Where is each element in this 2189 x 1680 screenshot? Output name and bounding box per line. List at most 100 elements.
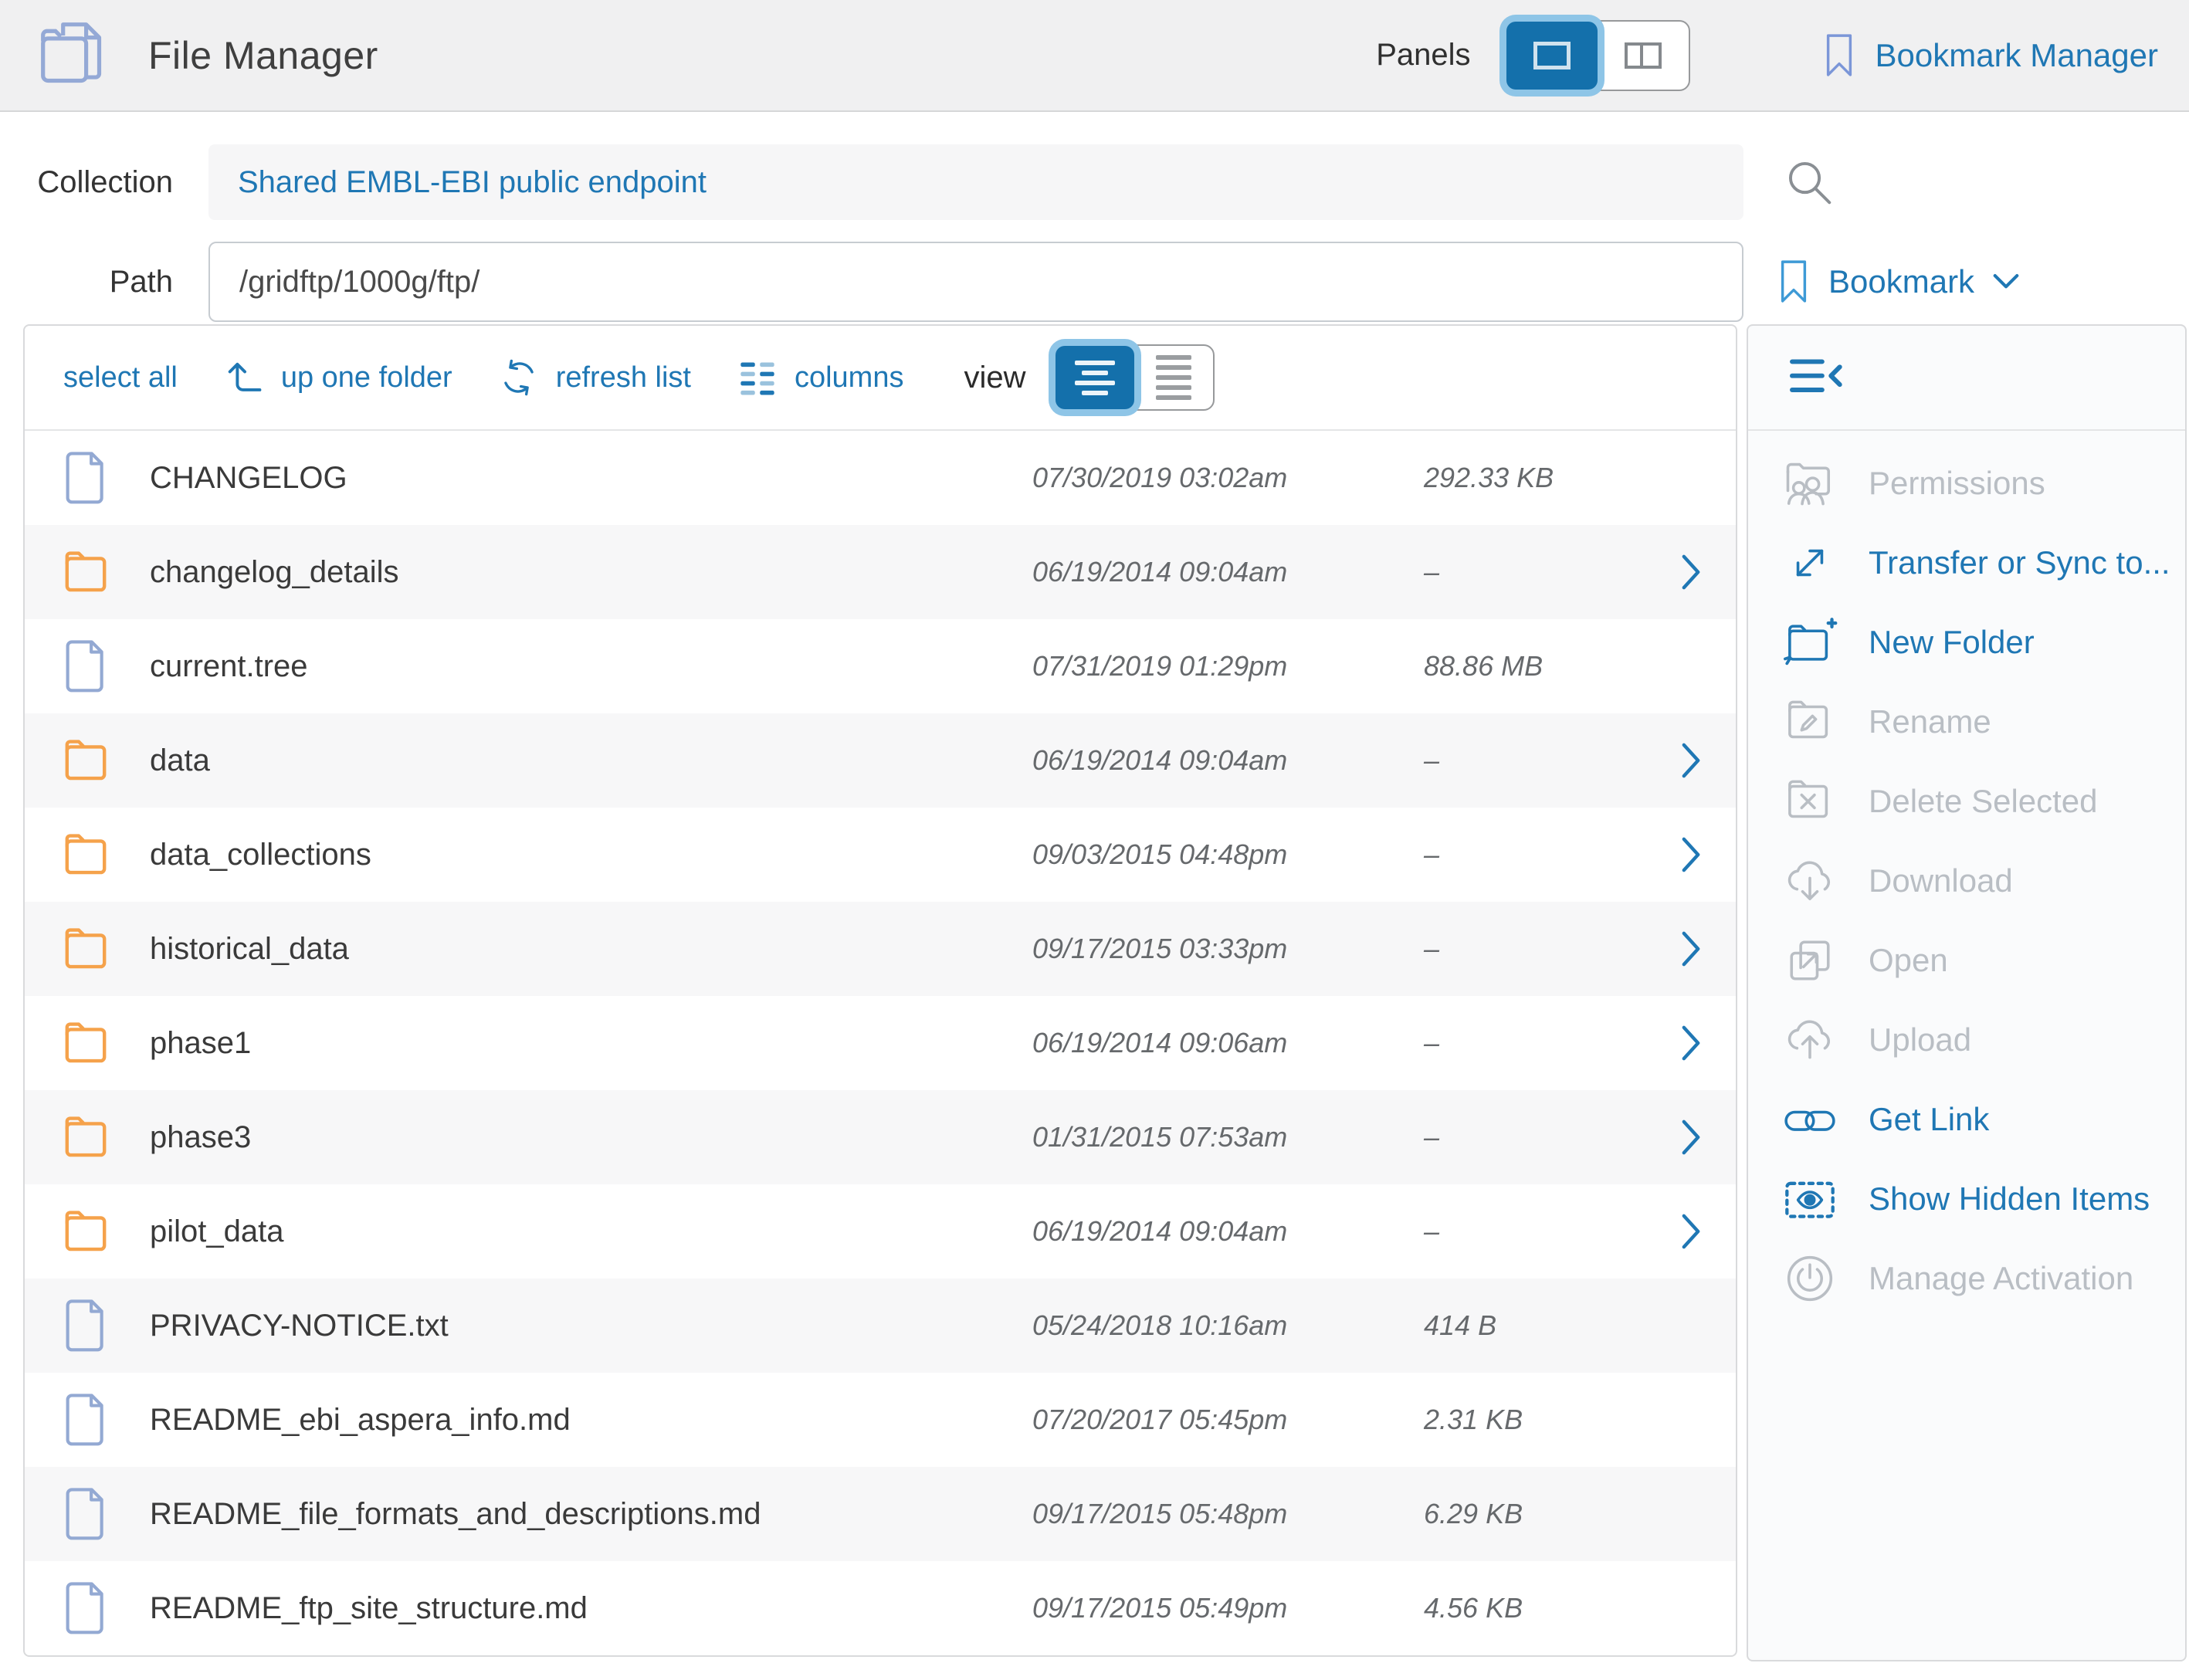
file-modified-date: 07/20/2017 05:45pm xyxy=(1032,1404,1287,1436)
table-row[interactable]: README_file_formats_and_descriptions.md … xyxy=(25,1467,1736,1561)
row-chevron-icon[interactable] xyxy=(1674,1020,1708,1066)
file-modified-date: 09/17/2015 03:33pm xyxy=(1032,933,1287,965)
compact-view-button[interactable] xyxy=(1134,346,1213,409)
collection-label: Collection xyxy=(0,144,173,220)
folder-icon xyxy=(60,728,111,793)
view-label: view xyxy=(964,361,1025,395)
row-chevron-icon[interactable] xyxy=(1674,549,1708,595)
file-icon xyxy=(60,1482,111,1546)
sidebar-item-label: Open xyxy=(1869,942,1948,979)
table-row[interactable]: README_ebi_aspera_info.md 07/20/2017 05:… xyxy=(25,1373,1736,1467)
folder-icon xyxy=(60,1011,111,1075)
file-icon xyxy=(60,445,111,510)
new-folder-icon xyxy=(1781,613,1839,672)
folder-icon xyxy=(60,916,111,981)
row-chevron-icon[interactable] xyxy=(1674,926,1708,972)
sidebar-item-new-folder[interactable]: New Folder xyxy=(1748,602,2185,682)
permissions-icon xyxy=(1781,454,1839,513)
app-header: File Manager Panels Bookmark Manager xyxy=(0,0,2189,112)
file-modified-date: 06/19/2014 09:04am xyxy=(1032,556,1287,588)
file-modified-date: 09/03/2015 04:48pm xyxy=(1032,838,1287,871)
sidebar-item-transfer-or-sync-to[interactable]: Transfer or Sync to... xyxy=(1748,523,2185,602)
file-modified-date: 06/19/2014 09:04am xyxy=(1032,1215,1287,1248)
table-row[interactable]: current.tree 07/31/2019 01:29pm 88.86 MB xyxy=(25,619,1736,713)
rename-icon xyxy=(1781,693,1839,751)
row-chevron-icon[interactable] xyxy=(1674,1114,1708,1160)
bookmark-dropdown[interactable]: Bookmark xyxy=(1776,249,2021,314)
download-icon xyxy=(1781,852,1839,910)
file-icon xyxy=(60,1387,111,1452)
view-toggle xyxy=(1054,344,1215,411)
file-size: 414 B xyxy=(1424,1309,1496,1342)
folder-icon xyxy=(60,822,111,887)
file-name: historical_data xyxy=(150,932,349,967)
table-row[interactable]: PRIVACY-NOTICE.txt 05/24/2018 10:16am 41… xyxy=(25,1279,1736,1373)
table-row[interactable]: data_collections 09/03/2015 04:48pm – xyxy=(25,808,1736,902)
dual-panel-button[interactable] xyxy=(1598,22,1689,90)
file-size: – xyxy=(1424,556,1439,588)
list-toolbar: select all up one folder refres xyxy=(25,326,1736,431)
refresh-icon xyxy=(497,357,540,398)
file-icon xyxy=(60,1576,111,1641)
file-name: current.tree xyxy=(150,649,308,684)
file-name: data xyxy=(150,743,210,778)
sidebar-item-label: Get Link xyxy=(1869,1101,1989,1138)
file-size: 6.29 KB xyxy=(1424,1498,1523,1530)
file-modified-date: 05/24/2018 10:16am xyxy=(1032,1309,1287,1342)
file-manager-icon xyxy=(34,15,114,96)
collection-field[interactable]: Shared EMBL-EBI public endpoint xyxy=(208,144,1743,220)
row-chevron-icon[interactable] xyxy=(1674,737,1708,784)
table-row[interactable]: phase1 06/19/2014 09:06am – xyxy=(25,996,1736,1090)
open-icon xyxy=(1781,931,1839,990)
table-row[interactable]: historical_data 09/17/2015 03:33pm – xyxy=(25,902,1736,996)
table-row[interactable]: data 06/19/2014 09:04am – xyxy=(25,713,1736,808)
sidebar-item-label: Delete Selected xyxy=(1869,783,2098,820)
sidebar-item-label: Manage Activation xyxy=(1869,1260,2133,1297)
file-size: 88.86 MB xyxy=(1424,650,1543,682)
folder-icon xyxy=(60,540,111,605)
collection-value: Shared EMBL-EBI public endpoint xyxy=(238,165,707,200)
chevron-down-icon xyxy=(1991,271,2021,293)
list-view-button[interactable] xyxy=(1056,346,1134,409)
table-row[interactable]: pilot_data 06/19/2014 09:04am – xyxy=(25,1184,1736,1279)
table-row[interactable]: phase3 01/31/2015 07:53am – xyxy=(25,1090,1736,1184)
bookmark-manager-link[interactable]: Bookmark Manager xyxy=(1821,30,2159,81)
dual-panel-icon xyxy=(1625,42,1643,69)
refresh-list-button[interactable]: refresh list xyxy=(497,357,691,398)
single-panel-button[interactable] xyxy=(1506,22,1598,90)
bookmark-icon xyxy=(1776,256,1811,307)
transfer-sync-icon xyxy=(1781,533,1839,592)
bookmark-label: Bookmark xyxy=(1828,263,1974,300)
table-row[interactable]: CHANGELOG 07/30/2019 03:02am 292.33 KB xyxy=(25,431,1736,525)
sidebar-item-permissions: Permissions xyxy=(1748,443,2185,523)
sidebar-item-get-link[interactable]: Get Link xyxy=(1748,1079,2185,1159)
panels-group: Panels xyxy=(1376,20,1689,91)
folder-icon xyxy=(60,1105,111,1170)
sidebar-item-label: Permissions xyxy=(1869,465,2045,502)
table-row[interactable]: README_ftp_site_structure.md 09/17/2015 … xyxy=(25,1561,1736,1655)
file-size: 4.56 KB xyxy=(1424,1592,1523,1624)
sidebar-item-show-hidden-items[interactable]: Show Hidden Items xyxy=(1748,1159,2185,1238)
sidebar-item-delete-selected: Delete Selected xyxy=(1748,761,2185,841)
file-name: PRIVACY-NOTICE.txt xyxy=(150,1309,449,1343)
single-panel-icon xyxy=(1533,42,1571,69)
sidebar-item-label: Upload xyxy=(1869,1021,1971,1058)
show-hidden-icon xyxy=(1781,1170,1839,1228)
row-chevron-icon[interactable] xyxy=(1674,1208,1708,1255)
path-input[interactable] xyxy=(208,242,1743,322)
search-icon[interactable] xyxy=(1782,155,1836,209)
row-chevron-icon[interactable] xyxy=(1674,832,1708,878)
table-row[interactable]: changelog_details 06/19/2014 09:04am – xyxy=(25,525,1736,619)
file-icon xyxy=(60,1293,111,1358)
up-one-folder-button[interactable]: up one folder xyxy=(222,357,452,398)
file-size: – xyxy=(1424,744,1439,777)
sidebar-item-label: Rename xyxy=(1869,703,1991,740)
select-all-button[interactable]: select all xyxy=(63,361,178,395)
file-size: – xyxy=(1424,933,1439,965)
sidebar-item-label: New Folder xyxy=(1869,624,2035,661)
collapse-sidebar-button[interactable] xyxy=(1787,353,1847,402)
file-size: 292.33 KB xyxy=(1424,462,1554,494)
sidebar-item-download: Download xyxy=(1748,841,2185,920)
get-link-icon xyxy=(1781,1090,1839,1149)
columns-button[interactable]: columns xyxy=(736,357,904,398)
